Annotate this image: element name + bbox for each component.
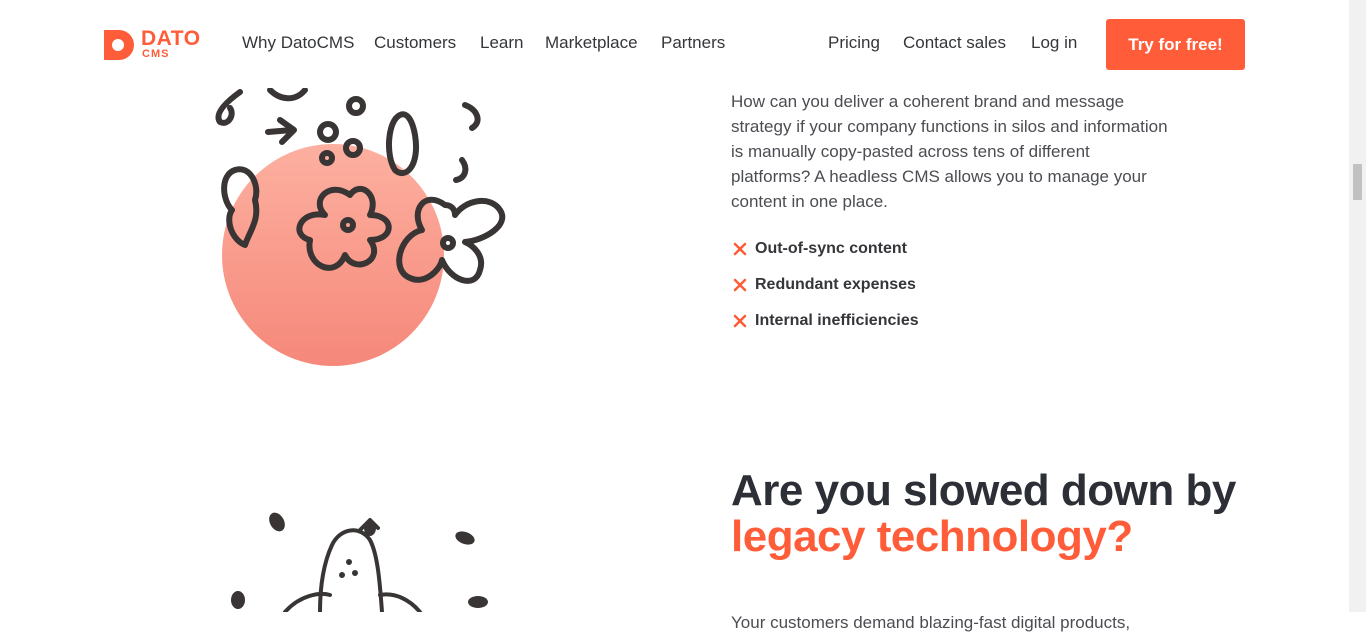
feature-item: Out-of-sync content: [733, 238, 919, 274]
datocms-logo-icon: [104, 30, 134, 60]
x-mark-icon: [733, 278, 747, 292]
feature-label: Internal inefficiencies: [755, 312, 919, 329]
vertical-scrollbar[interactable]: [1349, 0, 1366, 612]
site-header: DATO CMS Why DatoCMS Customers Learn Mar…: [0, 0, 1349, 88]
heading-line-2-accent: legacy technology?: [731, 512, 1133, 561]
feature-item: Internal inefficiencies: [733, 310, 919, 346]
snail-bugs-illustration: [231, 512, 488, 612]
scrollbar-thumb[interactable]: [1353, 164, 1362, 200]
feature-list: Out-of-sync content Redundant expenses I…: [733, 238, 919, 346]
logo-word: DATO: [141, 27, 201, 50]
nav-learn[interactable]: Learn: [480, 33, 523, 53]
section1-paragraph: How can you deliver a coherent brand and…: [731, 92, 1168, 211]
nav-marketplace[interactable]: Marketplace: [545, 33, 638, 53]
try-for-free-button[interactable]: Try for free!: [1106, 19, 1245, 70]
section2-heading: Are you slowed down by legacy technology…: [731, 468, 1291, 560]
x-mark-icon: [733, 314, 747, 328]
logo-sub: CMS: [142, 48, 170, 60]
nav-why-datocms[interactable]: Why DatoCMS: [242, 33, 354, 53]
datocms-logo[interactable]: DATO CMS: [104, 28, 214, 62]
nav-contact-sales[interactable]: Contact sales: [903, 33, 1006, 53]
feature-label: Redundant expenses: [755, 276, 916, 293]
nav-partners[interactable]: Partners: [661, 33, 725, 53]
doodle-circle-illustration: [215, 87, 506, 366]
nav-customers[interactable]: Customers: [374, 33, 456, 53]
x-mark-icon: [733, 242, 747, 256]
nav-log-in[interactable]: Log in: [1031, 33, 1077, 53]
heading-line-1: Are you slowed down by: [731, 466, 1236, 515]
feature-item: Redundant expenses: [733, 274, 919, 310]
section2-paragraph: Your customers demand blazing-fast digit…: [731, 613, 1131, 632]
nav-pricing[interactable]: Pricing: [828, 33, 880, 53]
feature-label: Out-of-sync content: [755, 240, 907, 257]
